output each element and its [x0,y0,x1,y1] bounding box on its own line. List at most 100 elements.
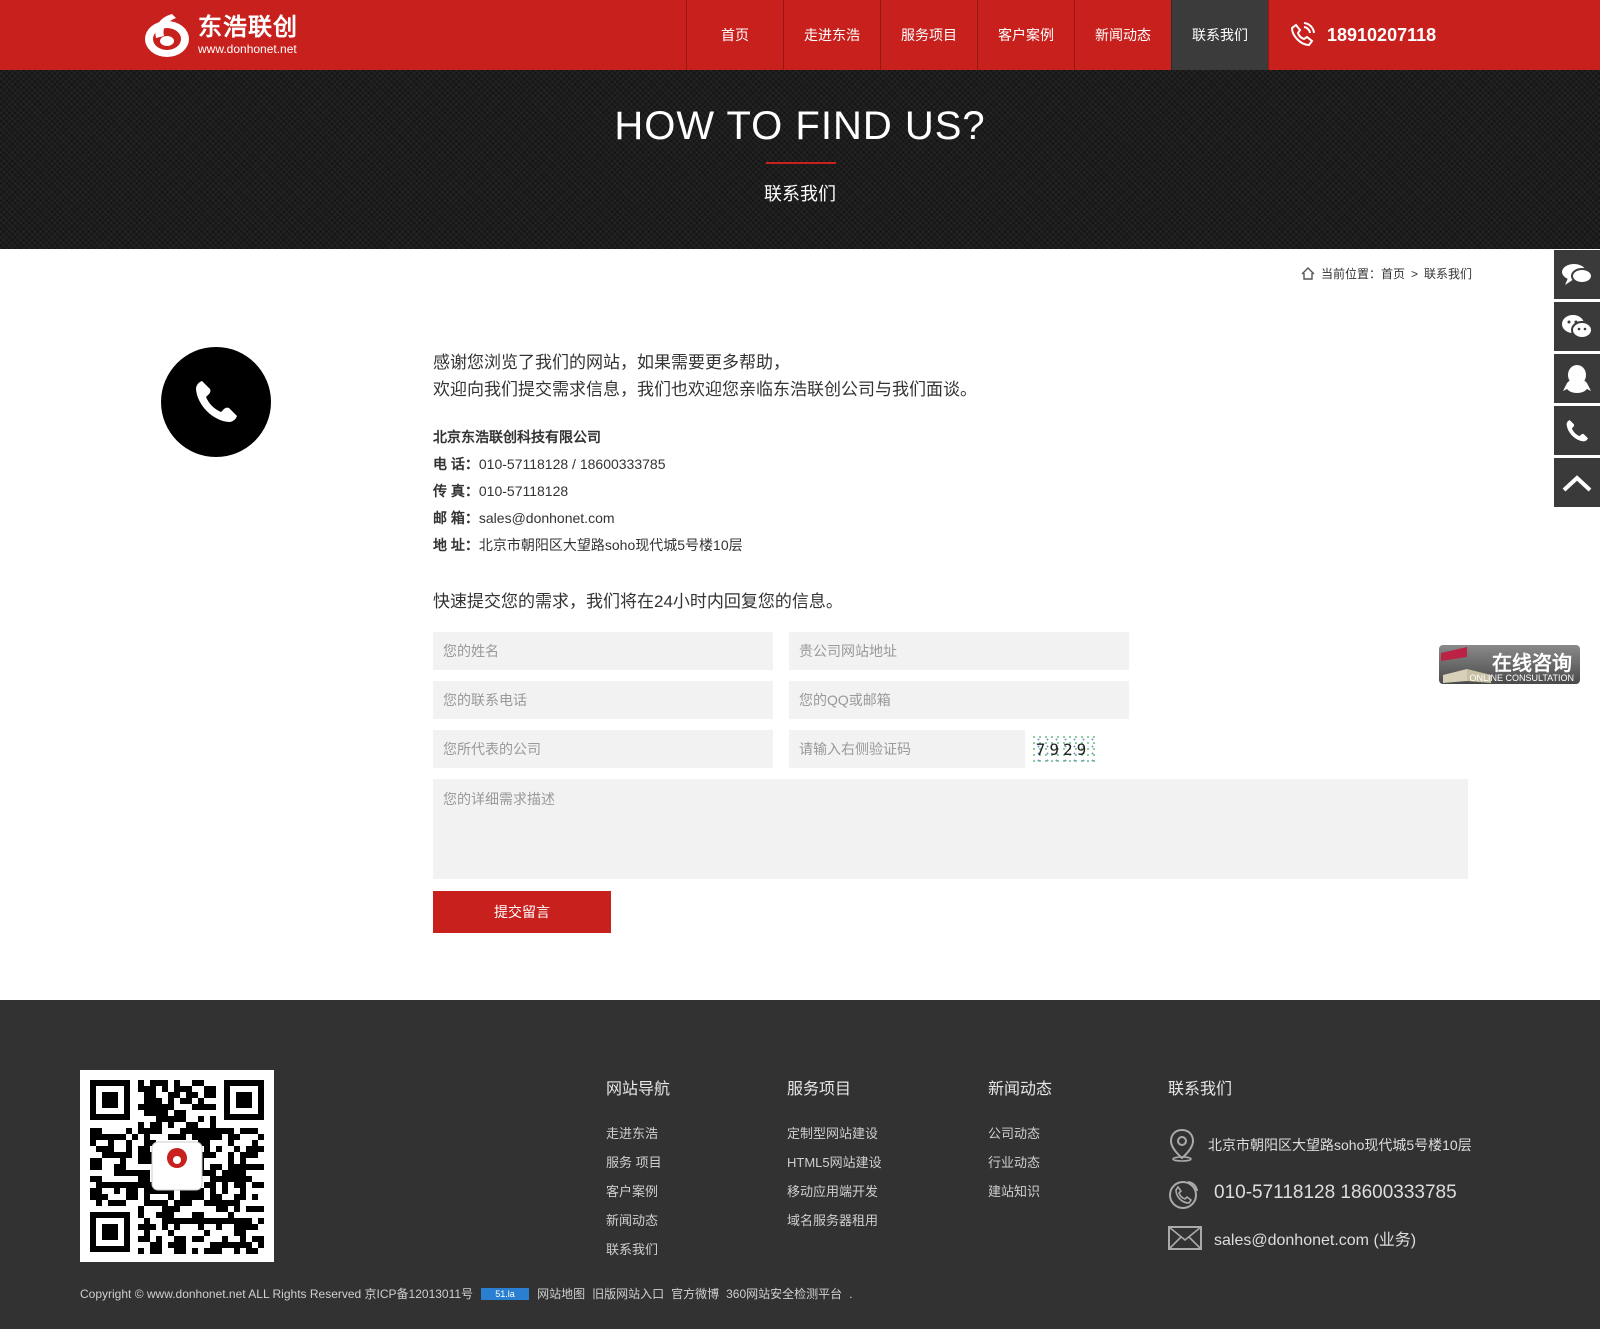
footer-contact-title: 联系我们 [1168,1081,1233,1098]
breadcrumb-home[interactable]: 首页 [1381,265,1405,282]
form-heading: 快速提交您的需求，我们将在24小时内回复您的信息。 [433,592,843,611]
page-banner: HOW TO FIND US? 联系我们 [0,70,1600,249]
footer-services-title: 服务项目 [787,1081,852,1098]
trailing-dot: . [849,1286,853,1301]
footer-service-link[interactable]: 定制型网站建设 [787,1119,882,1148]
footer-service-link[interactable]: 移动应用端开发 [787,1177,882,1206]
footer-address: 北京市朝阳区大望路soho现代城5号楼10层 [1168,1128,1472,1162]
name-input[interactable]: 您的姓名 [433,632,773,670]
copyright-text: Copyright © www.donhonet.net ALL Rights … [80,1287,474,1301]
nav-contact[interactable]: 联系我们 [1171,0,1268,70]
footer-service-link[interactable]: 域名服务器租用 [787,1206,882,1235]
banner-divider [766,162,836,164]
stats-badge[interactable]: 51.la [481,1287,530,1300]
footer-nav-link[interactable]: 新闻动态 [606,1206,670,1235]
footer-nav-link[interactable]: 服务 项目 [606,1148,670,1177]
email-label: 邮 箱： [433,510,479,526]
main-nav: 首页 走进东浩 服务项目 客户案例 新闻动态 联系我们 18910207118 [686,0,1438,70]
breadcrumb-current: 联系我们 [1423,267,1472,281]
footer-services-column: 服务项目 定制型网站建设 HTML5网站建设 移动应用端开发 域名服务器租用 [787,1075,882,1235]
qq-email-input[interactable]: 您的QQ或邮箱 [789,681,1129,719]
website-input[interactable]: 贵公司网站地址 [789,632,1129,670]
company-input[interactable]: 您所代表的公司 [433,730,773,768]
footer-news-column: 新闻动态 公司动态 行业动态 建站知识 [988,1075,1052,1206]
home-icon [1301,267,1315,280]
banner-subtitle: 联系我们 [764,184,836,204]
chevron-up-icon [1562,474,1592,491]
qq-icon [1563,364,1591,393]
site-logo[interactable]: 东浩联创 www.donhonet.net [142,8,312,62]
float-chat-button[interactable] [1554,250,1600,299]
fax-label: 传 真： [433,483,479,499]
breadcrumb: 当前位置： 首页 > 联系我们 [1301,265,1472,282]
tel-value: 010-57118128 / 18600333785 [478,456,666,472]
email-value[interactable]: sales@donhonet.com [479,510,615,526]
nav-services[interactable]: 服务项目 [880,0,977,70]
footer-service-link[interactable]: HTML5网站建设 [787,1148,882,1177]
footer-news-link[interactable]: 建站知识 [988,1177,1052,1206]
banner-title: HOW TO FIND US? [614,104,986,148]
float-back-to-top-button[interactable] [1554,458,1600,507]
wechat-qr-code [80,1070,274,1262]
footer-email-text[interactable]: sales@donhonet.com (业务) [1214,1226,1416,1250]
footer-news-link[interactable]: 公司动态 [988,1119,1052,1148]
footer-nav-link[interactable]: 走进东浩 [606,1119,670,1148]
address-label: 地 址： [433,537,479,553]
envelope-icon [1168,1226,1202,1250]
online-consultation-button[interactable]: 在线咨询 ONLINE CONSULTATION [1439,645,1580,684]
footer-email: sales@donhonet.com (业务) [1168,1226,1416,1250]
weibo-link[interactable]: 官方微博 [671,1285,719,1302]
description-textarea[interactable]: 您的详细需求描述 [433,779,1468,879]
float-wechat-button[interactable] [1554,302,1600,351]
security-check-link[interactable]: 360网站安全检测平台 [726,1285,842,1302]
logo-icon [145,14,189,57]
float-qq-button[interactable] [1554,354,1600,403]
sitemap-link[interactable]: 网站地图 [537,1285,585,1302]
tel-label: 电 话： [433,456,479,472]
footer-nav-link[interactable]: 客户案例 [606,1177,670,1206]
footer-nav-column: 网站导航 走进东浩 服务 项目 客户案例 新闻动态 联系我们 [606,1075,670,1264]
submit-button[interactable]: 提交留言 [433,891,611,933]
wechat-icon [1562,314,1593,339]
header-phone[interactable]: 18910207118 [1268,0,1438,70]
nav-news[interactable]: 新闻动态 [1074,0,1171,70]
nav-about[interactable]: 走进东浩 [783,0,880,70]
logo-name: 东浩联创 [198,14,298,41]
phone-handset-icon [196,381,237,422]
intro-text: 感谢您浏览了我们的网站，如果需要更多帮助， 欢迎向我们提交需求信息，我们也欢迎您… [433,349,977,403]
contact-phone-badge [161,347,271,457]
footer-contact-column: 联系我们 [1168,1075,1232,1119]
intro-line-2: 欢迎向我们提交需求信息，我们也欢迎您亲临东浩联创公司与我们面谈。 [433,380,977,399]
captcha-input[interactable]: 请输入右侧验证码 [789,730,1025,768]
footer-news-title: 新闻动态 [988,1081,1053,1098]
logo-url: www.donhonet.net [198,42,297,56]
footer-nav-link[interactable]: 联系我们 [606,1235,670,1264]
phone-icon [1169,1181,1198,1209]
consult-label: 在线咨询 [1492,653,1572,675]
header-phone-number: 18910207118 [1327,24,1437,45]
chat-bubble-icon [1562,263,1593,285]
footer-news-link[interactable]: 行业动态 [988,1148,1052,1177]
phone-icon [1566,419,1588,441]
company-info: 北京东浩联创科技有限公司 电 话：010-57118128 / 18600333… [433,424,743,559]
intro-line-1: 感谢您浏览了我们的网站，如果需要更多帮助， [433,353,790,372]
nav-cases[interactable]: 客户案例 [977,0,1074,70]
footer-nav-title: 网站导航 [606,1081,671,1098]
footer-phones: 010-57118128 18600333785 [1168,1176,1457,1210]
float-phone-button[interactable] [1554,406,1600,455]
copyright-bar: Copyright © www.donhonet.net ALL Rights … [80,1285,852,1302]
fax-value: 010-57118128 [478,483,569,499]
company-name: 北京东浩联创科技有限公司 [433,429,601,445]
consult-label-en: ONLINE CONSULTATION [1469,673,1574,683]
phone-input[interactable]: 您的联系电话 [433,681,773,719]
phone-icon [1290,22,1315,47]
location-pin-icon [1169,1128,1195,1162]
old-site-link[interactable]: 旧版网站入口 [592,1285,664,1302]
footer-address-text: 北京市朝阳区大望路soho现代城5号楼10层 [1208,1137,1472,1153]
footer-phones-text: 010-57118128 18600333785 [1214,1182,1457,1203]
breadcrumb-label: 当前位置： [1320,267,1381,281]
top-header: 东浩联创 www.donhonet.net 首页 走进东浩 服务项目 客户案例 … [0,0,1600,70]
site-footer: 网站导航 走进东浩 服务 项目 客户案例 新闻动态 联系我们 服务项目 定制型网… [0,1000,1600,1329]
captcha-image[interactable]: 7929 [1031,734,1095,764]
nav-home[interactable]: 首页 [686,0,783,70]
